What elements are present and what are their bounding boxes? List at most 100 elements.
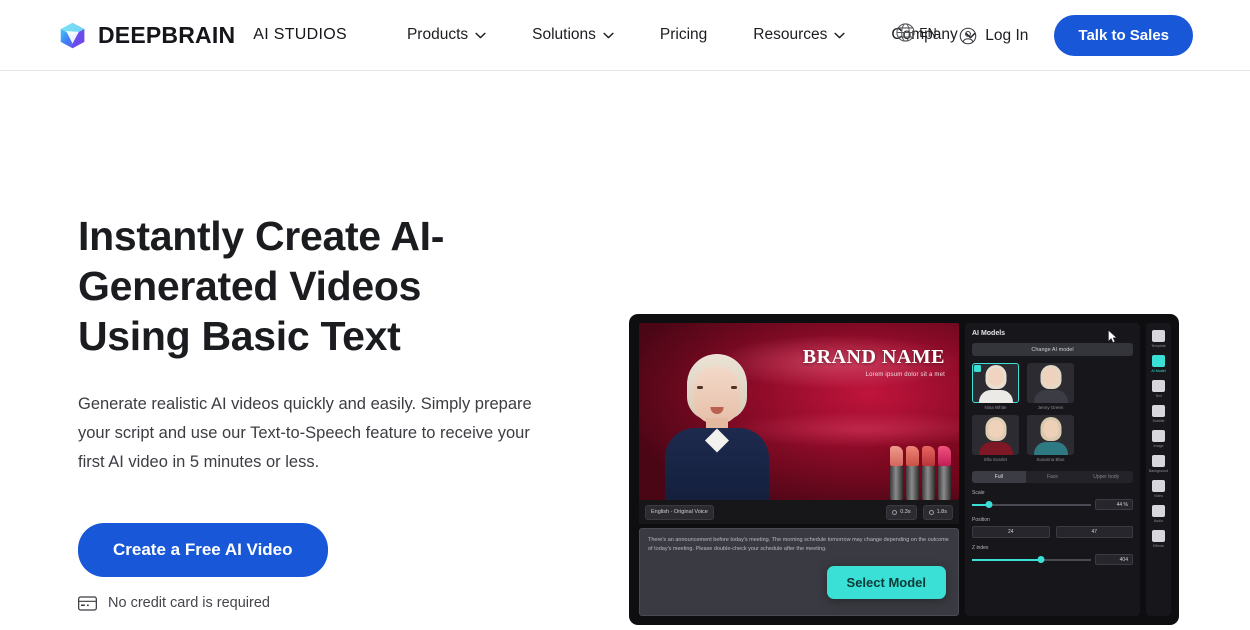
- position-x-field[interactable]: 24: [972, 526, 1050, 538]
- talk-to-sales-button[interactable]: Talk to Sales: [1054, 15, 1193, 56]
- brand-name: DEEPBRAIN: [98, 21, 236, 48]
- rail-item-image[interactable]: Image: [1147, 427, 1170, 450]
- user-circle-icon: [960, 27, 977, 44]
- total-duration-label: 1.8s: [936, 509, 947, 515]
- background-icon: [1152, 455, 1165, 467]
- hero-section: Instantly Create AI-Generated Videos Usi…: [0, 71, 1250, 630]
- position-label: Position: [972, 517, 990, 523]
- zindex-slider[interactable]: [972, 555, 1091, 564]
- tab-label: Upper body: [1093, 474, 1120, 480]
- model-name: Jenny Green: [1037, 405, 1064, 410]
- rail-item-video[interactable]: Video: [1147, 477, 1170, 500]
- rail-label: Audio: [1153, 519, 1164, 523]
- tab-label: Full: [994, 474, 1003, 480]
- chevron-down-icon: [834, 32, 845, 38]
- zindex-value[interactable]: 404: [1095, 554, 1133, 565]
- ai-models-panel: AI Models Change AI model Nina White Jen…: [965, 323, 1140, 616]
- mouse-cursor-icon: [1108, 330, 1117, 343]
- lipstick-product-image: [890, 446, 951, 500]
- tab-full[interactable]: Full: [972, 471, 1026, 483]
- voice-selector-chip[interactable]: English - Original Voice: [645, 504, 714, 520]
- change-ai-model-label: Change AI model: [1031, 346, 1074, 353]
- brand-subtitle: AI STUDIOS: [253, 26, 347, 43]
- rail-item-audio[interactable]: Audio: [1147, 502, 1170, 525]
- rail-label: Video: [1153, 494, 1164, 498]
- cube-logo-icon: [60, 22, 85, 48]
- rail-label: Template: [1151, 344, 1166, 348]
- total-duration-chip[interactable]: 1.8s: [922, 504, 953, 520]
- rail-item-template[interactable]: Template: [1147, 327, 1170, 350]
- clip-duration-chip[interactable]: 0.3s: [886, 504, 917, 520]
- rail-item-background[interactable]: Background: [1147, 452, 1170, 475]
- zindex-control: Z index 404: [972, 545, 1133, 565]
- ai-model-icon: [1152, 355, 1165, 367]
- clock-icon: [928, 509, 934, 515]
- site-header: DEEPBRAIN AI STUDIOS Products Solutions …: [0, 0, 1250, 71]
- tab-label: Face: [1046, 474, 1059, 480]
- rail-item-ai-model[interactable]: AI Model: [1147, 352, 1170, 375]
- studio-app-mockup: BRAND NAME Lorem ipsum dolor sit a met E…: [629, 314, 1179, 625]
- rail-item-text[interactable]: Text: [1147, 377, 1170, 400]
- chevron-down-icon: [603, 32, 614, 38]
- language-selector[interactable]: EN: [895, 22, 937, 43]
- header-right: EN Log In Talk to Sales: [896, 0, 1250, 71]
- brand-logo[interactable]: DEEPBRAIN AI STUDIOS: [58, 21, 347, 50]
- model-card[interactable]: Jenny Green: [1027, 363, 1074, 410]
- nav-item-pricing[interactable]: Pricing: [660, 20, 707, 50]
- slider-knob[interactable]: [985, 501, 993, 508]
- tab-upper-body[interactable]: Upper body: [1079, 471, 1133, 483]
- model-thumbnail: [972, 415, 1019, 455]
- main-nav: Products Solutions Pricing Resources Com…: [407, 20, 976, 50]
- rail-label: Text: [1155, 394, 1162, 398]
- model-thumbnail: [972, 363, 1019, 403]
- clip-duration-label: 0.3s: [900, 509, 911, 515]
- model-thumbnail: [1027, 415, 1074, 455]
- change-ai-model-button[interactable]: Change AI model: [972, 343, 1133, 356]
- nav-item-solutions[interactable]: Solutions: [532, 20, 614, 50]
- hero-copy: Instantly Create AI-Generated Videos Usi…: [0, 71, 560, 630]
- script-text: There's an announcement before today's m…: [648, 537, 949, 552]
- model-card[interactable]: Susanna Blue: [1027, 415, 1074, 462]
- rail-item-effects[interactable]: Effects: [1147, 527, 1170, 550]
- model-card[interactable]: Ella Scarlet: [972, 415, 1019, 462]
- slider-knob[interactable]: [1037, 556, 1045, 563]
- nav-item-products[interactable]: Products: [407, 20, 486, 50]
- audio-icon: [1152, 505, 1165, 517]
- model-name: Nina White: [984, 405, 1007, 410]
- nav-item-resources[interactable]: Resources: [753, 20, 845, 50]
- canvas-brand-subtitle: Lorem ipsum dolor sit a met: [865, 372, 945, 378]
- select-model-button[interactable]: Select Model: [826, 566, 946, 599]
- hero-subtitle: Generate realistic AI videos quickly and…: [78, 395, 532, 471]
- crop-mode-tabs: Full Face Upper body: [972, 471, 1133, 483]
- tool-rail: Template AI Model Text Subtitle Image Ba…: [1146, 323, 1171, 616]
- rail-item-subtitle[interactable]: Subtitle: [1147, 402, 1170, 425]
- effects-icon: [1152, 530, 1165, 542]
- scale-slider[interactable]: [972, 500, 1091, 509]
- rail-label: Effects: [1153, 544, 1164, 548]
- voice-chip-label: English - Original Voice: [651, 509, 708, 515]
- create-free-ai-video-button[interactable]: Create a Free AI Video: [78, 523, 328, 577]
- script-textarea[interactable]: There's an announcement before today's m…: [639, 528, 959, 616]
- canvas-brand-title: BRAND NAME: [802, 346, 945, 368]
- selected-badge-icon: [974, 365, 981, 372]
- language-label: EN: [919, 25, 937, 40]
- video-canvas[interactable]: BRAND NAME Lorem ipsum dolor sit a met: [639, 323, 959, 500]
- rail-label: Background: [1148, 469, 1169, 473]
- image-icon: [1152, 430, 1165, 442]
- canvas-brand-overlay: BRAND NAME Lorem ipsum dolor sit a met: [803, 347, 945, 378]
- model-card[interactable]: Nina White: [972, 363, 1019, 410]
- nav-label: Resources: [753, 26, 828, 43]
- scale-value[interactable]: 44 %: [1095, 499, 1133, 510]
- login-button[interactable]: Log In: [959, 27, 1028, 45]
- editor-main-area: BRAND NAME Lorem ipsum dolor sit a met E…: [639, 323, 959, 616]
- model-thumbnail: [1027, 363, 1074, 403]
- scale-label: Scale: [972, 490, 985, 496]
- subtitle-icon: [1152, 405, 1165, 417]
- zindex-label: Z index: [972, 545, 989, 551]
- nav-label: Pricing: [659, 26, 708, 43]
- tab-face[interactable]: Face: [1026, 471, 1080, 483]
- canvas-toolbar: English - Original Voice 0.3s 1.8s: [639, 500, 959, 524]
- position-y-field[interactable]: 47: [1055, 526, 1133, 538]
- no-credit-card-label: No credit card is required: [108, 595, 270, 611]
- scale-control: Scale 44 %: [972, 490, 1133, 510]
